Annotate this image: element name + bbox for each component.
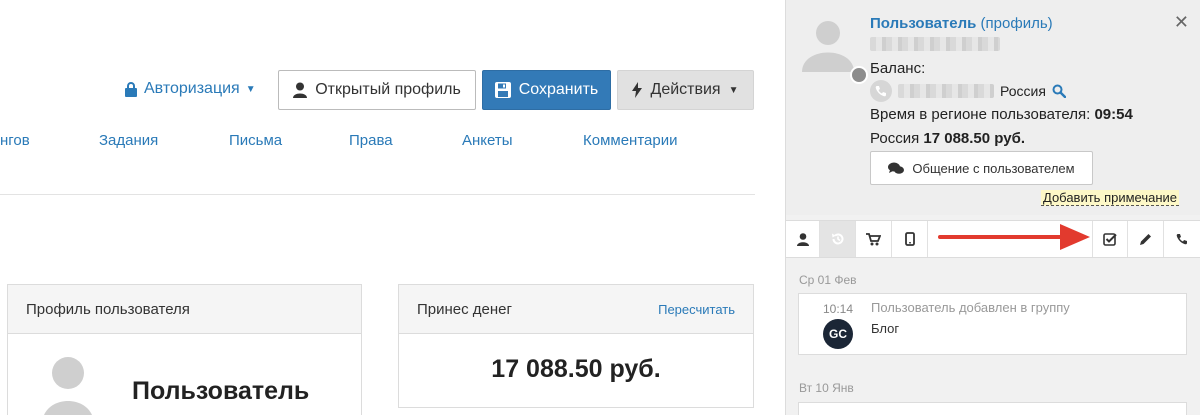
open-profile-button[interactable]: Открытый профиль xyxy=(278,70,476,110)
tab-comments[interactable]: Комментарии xyxy=(583,132,677,149)
comments-icon xyxy=(888,162,905,174)
tablet-icon xyxy=(904,232,915,246)
tab-tasks[interactable] xyxy=(1092,221,1128,257)
amount-value: 17 088.50 руб. xyxy=(923,130,1026,147)
tab-history[interactable] xyxy=(820,221,856,257)
phone-row: Россия xyxy=(870,80,1066,102)
tab-calls[interactable] xyxy=(1164,221,1200,257)
add-note-link[interactable]: Добавить примечание xyxy=(1041,190,1180,206)
region-time-label: Время в регионе пользователя: xyxy=(870,106,1091,123)
user-amount: Россия 17 088.50 руб. xyxy=(870,130,1025,147)
user-icon xyxy=(293,82,308,98)
actions-dropdown-button[interactable]: Действия ▼ xyxy=(617,70,754,110)
lock-icon xyxy=(125,81,137,97)
feed-item: 10:14 Пользователь добавлен в группу GC … xyxy=(798,293,1187,355)
user-avatar xyxy=(800,16,856,72)
tab-rights[interactable]: Права xyxy=(349,132,393,149)
region-time-value: 09:54 xyxy=(1094,106,1133,123)
user-card: ✕ Пользователь (профиль) Баланс: Россия xyxy=(786,0,1200,215)
toolbar: Авторизация ▼ Открытый профиль Сохранить xyxy=(0,70,785,110)
phone-icon xyxy=(1176,234,1187,245)
tab-user[interactable] xyxy=(786,221,820,257)
save-label: Сохранить xyxy=(518,81,599,98)
money-value: 17 088.50 руб. xyxy=(491,355,661,383)
main-content: Авторизация ▼ Открытый профиль Сохранить xyxy=(0,0,785,415)
tab-tasks[interactable]: Задания xyxy=(99,132,158,149)
caret-down-icon: ▼ xyxy=(245,83,256,95)
balance-label: Баланс: xyxy=(870,60,926,77)
user-heading: Пользователь (профиль) xyxy=(870,15,1053,32)
auth-dropdown[interactable]: Авторизация ▼ xyxy=(124,80,256,98)
open-profile-label: Открытый профиль xyxy=(315,81,461,98)
user-link[interactable]: Пользователь xyxy=(870,15,976,32)
tab-orders[interactable] xyxy=(856,221,892,257)
profile-link[interactable]: (профиль) xyxy=(981,15,1053,32)
history-icon xyxy=(831,233,843,245)
feed-item-time: 10:14 xyxy=(823,302,854,316)
save-button[interactable]: Сохранить xyxy=(482,70,611,110)
country-label: Россия xyxy=(1000,83,1046,99)
pencil-icon xyxy=(1140,233,1151,245)
money-panel: Принес денег Пересчитать 17 088.50 руб. xyxy=(398,284,754,408)
profile-panel-title: Профиль пользователя xyxy=(26,300,190,318)
feed-date: Ср 01 Фев xyxy=(799,273,857,287)
feed-date: Вт 10 Янв xyxy=(799,381,854,395)
money-panel-title: Принес денег xyxy=(417,300,512,318)
profile-panel: Профиль пользователя Пользователь xyxy=(7,284,362,415)
feed-item-description: Блог xyxy=(871,321,900,336)
recalculate-link[interactable]: Пересчитать xyxy=(658,302,735,317)
side-tabs xyxy=(786,220,1200,258)
tab-letters[interactable]: Письма xyxy=(229,132,282,149)
email-redacted xyxy=(870,37,1000,51)
tabs-bar: нгов Задания Письма Права Анкеты Коммент… xyxy=(0,132,785,152)
profile-name: Пользователь xyxy=(132,377,310,405)
divider xyxy=(0,194,755,195)
auth-label: Авторизация xyxy=(144,80,240,97)
close-icon[interactable]: ✕ xyxy=(1174,12,1189,33)
amount-country: Россия xyxy=(870,130,920,147)
cart-icon xyxy=(866,232,881,245)
caret-down-icon: ▼ xyxy=(728,84,739,96)
actions-label: Действия xyxy=(650,81,721,98)
gc-logo-icon: GC xyxy=(823,319,853,349)
phone-redacted xyxy=(898,84,994,98)
check-square-icon xyxy=(1103,233,1117,246)
tab-notes[interactable] xyxy=(1128,221,1164,257)
chat-button-label: Общение с пользователем xyxy=(912,160,1075,176)
search-icon[interactable] xyxy=(1052,84,1066,98)
phone-circle-icon[interactable] xyxy=(870,80,892,102)
money-panel-header: Принес денег Пересчитать xyxy=(399,285,753,334)
status-dot xyxy=(850,66,868,84)
user-side-panel: ✕ Пользователь (профиль) Баланс: Россия xyxy=(785,0,1200,415)
user-icon xyxy=(796,232,809,246)
avatar xyxy=(44,357,92,415)
chat-with-user-button[interactable]: Общение с пользователем xyxy=(870,151,1093,185)
tab-device[interactable] xyxy=(892,221,928,257)
floppy-icon xyxy=(494,82,511,98)
feed-item xyxy=(798,402,1187,415)
profile-panel-header: Профиль пользователя xyxy=(8,285,361,334)
tab-partial[interactable]: нгов xyxy=(0,132,30,149)
region-time: Время в регионе пользователя: 09:54 xyxy=(870,106,1133,123)
tab-forms[interactable]: Анкеты xyxy=(462,132,513,149)
feed-item-title: Пользователь добавлен в группу xyxy=(871,300,1070,315)
bolt-icon xyxy=(632,82,643,98)
phone-icon xyxy=(875,86,886,97)
